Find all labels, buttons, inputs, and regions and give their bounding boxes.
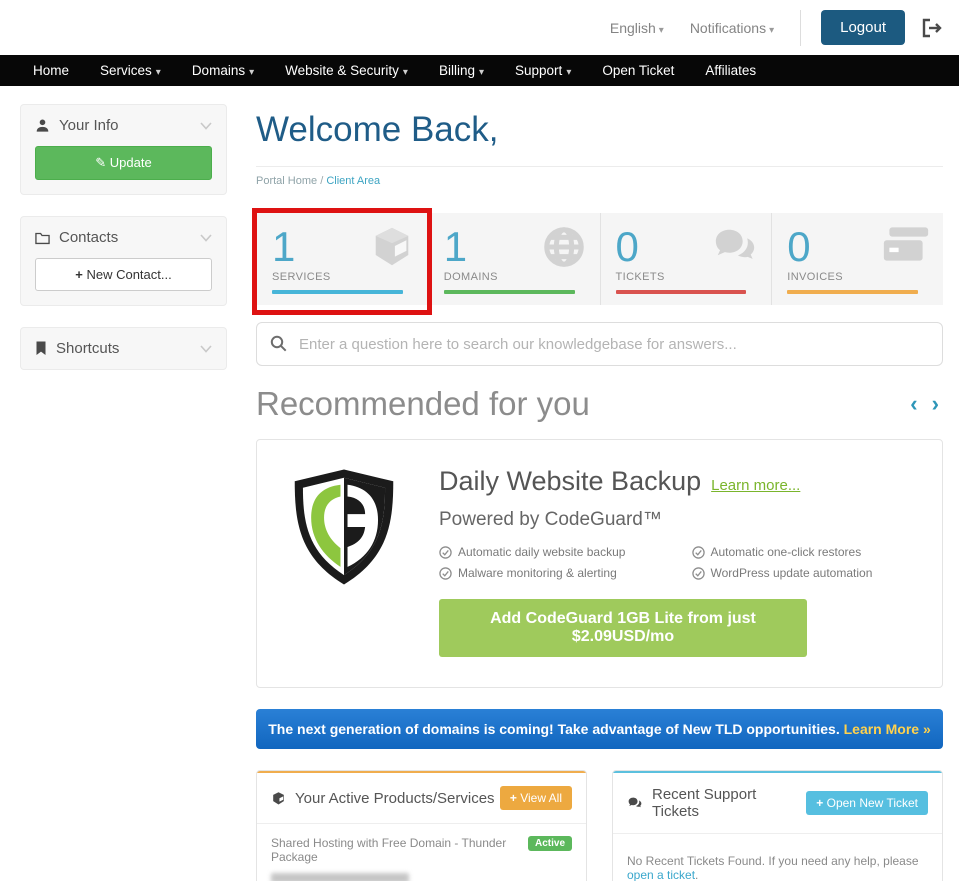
caret-down-icon: ▾ — [659, 25, 664, 36]
support-tickets-panel: Recent Support Tickets + Open New Ticket… — [612, 770, 943, 881]
breadcrumb-portal-home[interactable]: Portal Home — [256, 175, 317, 187]
logout-button[interactable]: Logout — [821, 10, 905, 45]
service-list-item[interactable]: Shared Hosting with Free Domain - Thunde… — [271, 836, 572, 864]
shortcuts-panel: Shortcuts — [20, 327, 227, 370]
knowledgebase-search — [256, 322, 943, 366]
tickets-panel-title: Recent Support Tickets — [652, 786, 806, 820]
contacts-title: Contacts — [59, 229, 118, 246]
feature-item: WordPress update automation — [692, 566, 915, 580]
contacts-header[interactable]: Contacts — [21, 217, 226, 258]
recommended-title: Recommended for you — [256, 385, 910, 423]
promo-title: Daily Website Backup — [439, 466, 701, 497]
tld-promo-banner: The next generation of domains is coming… — [256, 709, 943, 749]
status-badge: Active — [528, 836, 572, 851]
globe-icon — [541, 224, 587, 275]
codeguard-promo-panel: Daily Website Backup Learn more... Power… — [256, 439, 943, 688]
caret-down-icon: ▾ — [156, 67, 161, 78]
caret-down-icon: ▾ — [249, 67, 254, 78]
tickets-underline — [616, 290, 747, 294]
feature-item: Malware monitoring & alerting — [439, 566, 662, 580]
chevron-down-icon[interactable] — [200, 345, 212, 353]
feature-list: Automatic daily website backup Automatic… — [439, 545, 914, 580]
stat-domains[interactable]: 1 DOMAINS — [428, 213, 600, 305]
active-products-panel: Your Active Products/Services + View All… — [256, 770, 587, 881]
update-info-button[interactable]: ✎ Update — [35, 146, 212, 180]
stat-invoices[interactable]: 0 INVOICES — [771, 213, 943, 305]
user-icon — [35, 118, 50, 133]
stat-tickets[interactable]: 0 TICKETS — [600, 213, 772, 305]
codeguard-logo — [285, 466, 403, 657]
comments-icon — [627, 796, 643, 810]
stats-row: 1 SERVICES 1 DOMAINS 0 TICKETS — [256, 213, 943, 305]
stat-services[interactable]: 1 SERVICES — [256, 213, 428, 305]
caret-down-icon: ▾ — [403, 67, 408, 78]
feature-item: Automatic daily website backup — [439, 545, 662, 559]
credit-card-icon — [882, 224, 930, 269]
check-circle-icon — [692, 546, 705, 559]
main-navbar: Home Services▾ Domains▾ Website & Securi… — [0, 55, 959, 86]
domains-underline — [444, 290, 575, 294]
redacted-domain — [271, 873, 409, 881]
page-title: Welcome Back, — [256, 104, 943, 167]
open-new-ticket-button[interactable]: + Open New Ticket — [806, 791, 928, 815]
language-menu[interactable]: English▾ — [610, 20, 664, 36]
contacts-panel: Contacts + New Contact... — [20, 216, 227, 306]
breadcrumb-separator: / — [320, 175, 323, 187]
pencil-icon: ✎ — [95, 155, 110, 170]
plus-icon: + — [75, 267, 86, 282]
bookmark-icon — [35, 341, 47, 356]
check-circle-icon — [439, 546, 452, 559]
learn-more-link[interactable]: Learn more... — [711, 477, 800, 494]
check-circle-icon — [692, 567, 705, 580]
open-a-ticket-link[interactable]: open a ticket — [627, 868, 695, 881]
cube-icon — [271, 791, 286, 806]
topbar: English▾ Notifications▾ Logout — [0, 0, 959, 55]
products-panel-title: Your Active Products/Services — [295, 790, 500, 807]
search-icon — [270, 335, 287, 357]
cube-icon — [369, 224, 415, 275]
invoices-underline — [787, 290, 918, 294]
tickets-empty-state: No Recent Tickets Found. If you need any… — [613, 833, 942, 881]
caret-down-icon: ▾ — [566, 67, 571, 78]
shortcuts-title: Shortcuts — [56, 340, 119, 357]
sidebar: Your Info ✎ Update Contacts + New Co — [20, 104, 227, 881]
folder-icon — [35, 231, 50, 245]
breadcrumb: Portal Home / Client Area — [256, 175, 943, 187]
chevron-down-icon[interactable] — [200, 122, 212, 130]
caret-down-icon: ▾ — [769, 25, 774, 36]
chevron-down-icon[interactable] — [200, 234, 212, 242]
divider — [800, 10, 801, 46]
nav-billing[interactable]: Billing▾ — [439, 63, 484, 78]
caret-down-icon: ▾ — [479, 67, 484, 78]
add-codeguard-button[interactable]: Add CodeGuard 1GB Lite from just $2.09US… — [439, 599, 807, 657]
products-view-all-button[interactable]: + View All — [500, 786, 572, 810]
services-underline — [272, 290, 403, 294]
shortcuts-header[interactable]: Shortcuts — [21, 328, 226, 369]
nav-affiliates[interactable]: Affiliates — [705, 63, 756, 78]
new-contact-button[interactable]: + New Contact... — [35, 258, 212, 291]
notifications-menu[interactable]: Notifications▾ — [690, 20, 774, 36]
nav-services[interactable]: Services▾ — [100, 63, 161, 78]
comments-icon — [712, 224, 758, 273]
search-input[interactable] — [256, 322, 943, 366]
promo-subtitle: Powered by CodeGuard™ — [439, 509, 914, 531]
nav-open-ticket[interactable]: Open Ticket — [602, 63, 674, 78]
sign-out-icon[interactable] — [921, 18, 943, 38]
nav-support[interactable]: Support▾ — [515, 63, 571, 78]
breadcrumb-client-area[interactable]: Client Area — [326, 175, 380, 187]
main-content: Welcome Back, Portal Home / Client Area … — [256, 104, 943, 881]
your-info-title: Your Info — [59, 117, 119, 134]
banner-learn-more-link[interactable]: Learn More » — [844, 721, 931, 737]
your-info-header[interactable]: Your Info — [21, 105, 226, 146]
nav-domains[interactable]: Domains▾ — [192, 63, 254, 78]
nav-website-security[interactable]: Website & Security▾ — [285, 63, 408, 78]
carousel-prev-icon[interactable]: ‹ — [910, 391, 921, 416]
check-circle-icon — [439, 567, 452, 580]
carousel-next-icon[interactable]: › — [932, 391, 943, 416]
feature-item: Automatic one-click restores — [692, 545, 915, 559]
your-info-panel: Your Info ✎ Update — [20, 104, 227, 195]
recommended-header: Recommended for you ‹ › — [256, 385, 943, 423]
nav-home[interactable]: Home — [33, 63, 69, 78]
